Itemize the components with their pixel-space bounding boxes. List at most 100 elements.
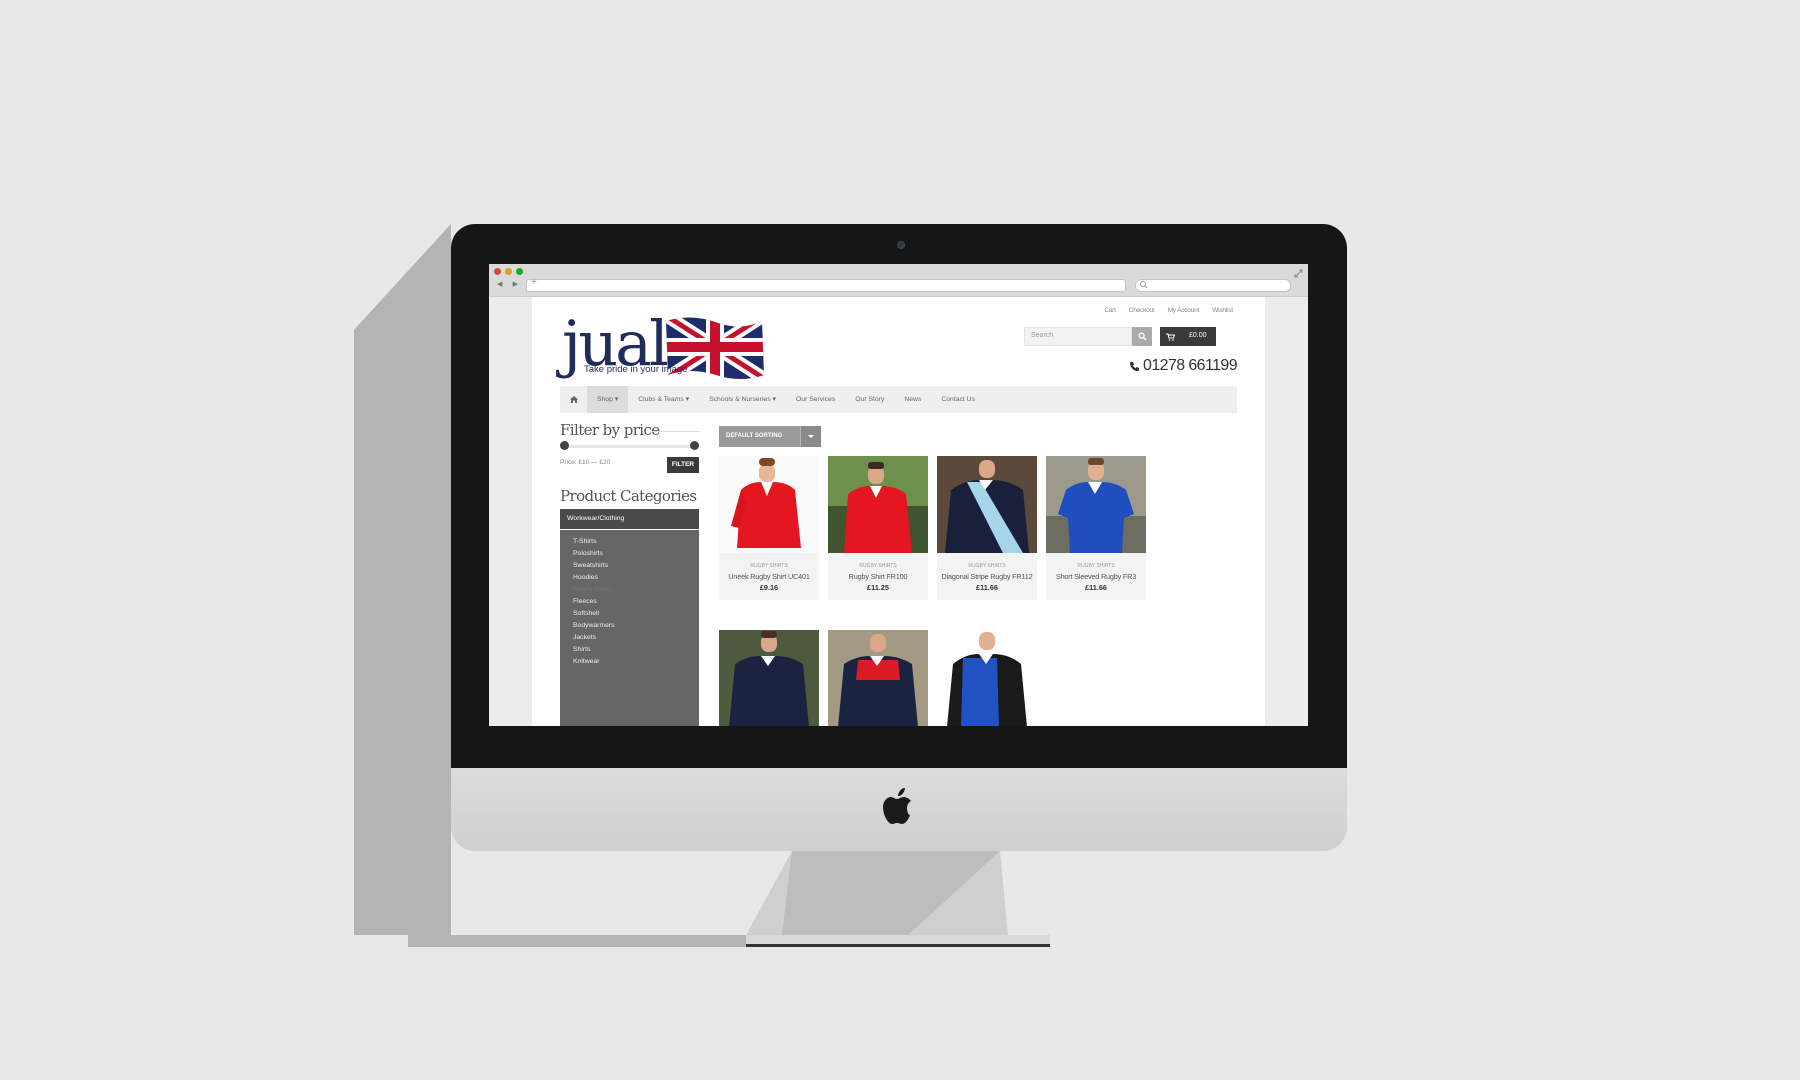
product-name[interactable]: Uneek Rugby Shirt UC401: [719, 572, 819, 581]
apple-logo-icon: [883, 788, 911, 824]
product-category: RUGBY SHIRTS: [968, 563, 1006, 569]
site-logo[interactable]: jual Take pride in your image: [562, 307, 767, 383]
cart-total: £0.00: [1189, 332, 1207, 339]
product-name[interactable]: Short Sleeved Rugby FR3: [1046, 572, 1146, 581]
product-card[interactable]: RUGBY SHIRTS Rugby Shirt FR100 £11.25: [828, 456, 928, 600]
close-window-dot[interactable]: [494, 268, 501, 275]
search-icon: [1138, 332, 1147, 341]
site-search-input[interactable]: Search: [1024, 327, 1132, 346]
product-image[interactable]: [937, 456, 1037, 553]
subcategory-shirts[interactable]: Shirts: [573, 644, 699, 656]
browser-toolbar: ◀ ▶ +: [489, 264, 1308, 297]
back-forward-arrows-icon[interactable]: ◀ ▶: [497, 280, 522, 288]
sorting-dropdown[interactable]: DEFAULT SORTING: [719, 426, 821, 447]
zoom-window-dot[interactable]: [516, 268, 523, 275]
main-nav: Shop ▾ Clubs & Teams ▾ Schools & Nurseri…: [560, 386, 1237, 413]
fullscreen-icon[interactable]: [1294, 269, 1303, 278]
product-image[interactable]: [828, 456, 928, 553]
phone-number[interactable]: 01278 661199: [1129, 357, 1238, 375]
subcategory-rugby-shirts[interactable]: Rugby Shirts: [573, 584, 699, 596]
category-workwear-clothing[interactable]: Workwear/Clothing: [560, 509, 699, 529]
product-name[interactable]: Diagonal Stripe Rugby FR112: [937, 572, 1037, 581]
subcategory-poloshirts[interactable]: Poloshirts: [573, 548, 699, 560]
red-navy-rugby-shirt-photo: [838, 634, 918, 726]
product-image[interactable]: [719, 456, 819, 553]
product-card[interactable]: [719, 630, 819, 726]
home-icon: [570, 396, 578, 403]
wishlist-link[interactable]: Wishlist: [1212, 307, 1233, 314]
sorting-label: DEFAULT SORTING: [726, 433, 783, 439]
product-card[interactable]: RUGBY SHIRTS Uneek Rugby Shirt UC401 £9.…: [719, 456, 819, 600]
subcategory-sweatshirts[interactable]: Sweatshirts: [573, 560, 699, 572]
top-links: Cart Checkout My Account Wishlist: [1104, 307, 1233, 314]
product-image[interactable]: [937, 630, 1037, 726]
navy-rugby-shirt-photo: [729, 631, 809, 726]
filter-by-price-heading: Filter by price: [560, 421, 660, 439]
red-rugby-shirt-outdoor-photo: [828, 456, 928, 553]
nav-clubs-teams-label: Clubs & Teams: [638, 396, 684, 403]
product-category: RUGBY SHIRTS: [859, 563, 897, 569]
shopping-cart-icon: [1166, 333, 1175, 341]
product-card[interactable]: RUGBY SHIRTS Short Sleeved Rugby FR3 £11…: [1046, 456, 1146, 600]
screen: ◀ ▶ + Cart Checkout My Account Wishlist …: [489, 264, 1308, 726]
product-price: £11.66: [1085, 583, 1107, 592]
price-slider-max-handle[interactable]: [690, 441, 699, 450]
search-icon: [1140, 281, 1148, 289]
product-price: £11.66: [976, 583, 998, 592]
nav-news[interactable]: News: [894, 386, 931, 413]
filter-button[interactable]: FILTER: [667, 457, 699, 473]
subcategory-list: T-Shirts Poloshirts Sweatshirts Hoodies …: [560, 530, 699, 726]
nav-schools-nurseries[interactable]: Schools & Nurseries ▾: [699, 386, 786, 413]
product-card[interactable]: [937, 630, 1037, 726]
product-category: RUGBY SHIRTS: [1077, 563, 1115, 569]
logo-tagline: Take pride in your image: [584, 364, 688, 375]
camera: [897, 241, 905, 249]
diagonal-stripe-rugby-photo: [937, 456, 1037, 553]
product-price: £11.25: [867, 583, 889, 592]
subcategory-fleeces[interactable]: Fleeces: [573, 596, 699, 608]
product-card[interactable]: [828, 630, 928, 726]
product-image[interactable]: [1046, 456, 1146, 553]
product-image[interactable]: [828, 630, 928, 726]
nav-schools-nurseries-label: Schools & Nurseries: [709, 396, 771, 403]
subcategory-t-shirts[interactable]: T-Shirts: [573, 536, 699, 548]
nav-clubs-teams[interactable]: Clubs & Teams ▾: [628, 386, 699, 413]
product-name[interactable]: Rugby Shirt FR100: [828, 572, 928, 581]
subcategory-hoodies[interactable]: Hoodies: [573, 572, 699, 584]
nav-contact-us[interactable]: Contact Us: [931, 386, 985, 413]
red-rugby-shirt-photo: [731, 458, 801, 548]
my-account-link[interactable]: My Account: [1168, 307, 1200, 314]
cart-link[interactable]: Cart: [1104, 307, 1116, 314]
web-page: Cart Checkout My Account Wishlist jual T…: [532, 297, 1265, 726]
price-range-label: Price: £10 — £20: [560, 459, 611, 466]
imac-chin: [451, 768, 1347, 851]
nav-shop[interactable]: Shop ▾: [587, 386, 629, 413]
subcategory-bodywarmers[interactable]: Bodywarmers: [573, 620, 699, 632]
nav-home[interactable]: [560, 386, 587, 413]
product-price: £9.16: [759, 583, 779, 592]
cart-button[interactable]: £0.00: [1160, 327, 1216, 346]
site-search-button[interactable]: [1132, 327, 1152, 346]
subcategory-softshell[interactable]: Softshell: [573, 608, 699, 620]
phone-icon: [1130, 361, 1140, 371]
browser-search-field[interactable]: [1135, 279, 1291, 292]
nav-our-story[interactable]: Our Story: [845, 386, 894, 413]
product-category: RUGBY SHIRTS: [750, 563, 788, 569]
subcategory-jackets[interactable]: Jackets: [573, 632, 699, 644]
plus-icon: +: [531, 277, 537, 288]
nav-our-services[interactable]: Our Services: [786, 386, 845, 413]
short-sleeved-rugby-photo: [1046, 456, 1146, 553]
minimize-window-dot[interactable]: [505, 268, 512, 275]
product-image[interactable]: [719, 630, 819, 726]
checkout-link[interactable]: Checkout: [1129, 307, 1155, 314]
product-categories-heading: Product Categories: [560, 487, 697, 505]
chevron-down-icon: [800, 426, 821, 447]
price-slider-min-handle[interactable]: [560, 441, 569, 450]
address-bar[interactable]: +: [526, 277, 1126, 292]
price-slider-track[interactable]: [564, 445, 694, 448]
nav-shop-label: Shop: [597, 396, 613, 403]
heading-divider: [652, 431, 700, 432]
blue-black-rugby-shirt-photo: [947, 632, 1027, 726]
subcategory-knitwear[interactable]: Knitwear: [573, 656, 699, 668]
product-card[interactable]: RUGBY SHIRTS Diagonal Stripe Rugby FR112…: [937, 456, 1037, 600]
